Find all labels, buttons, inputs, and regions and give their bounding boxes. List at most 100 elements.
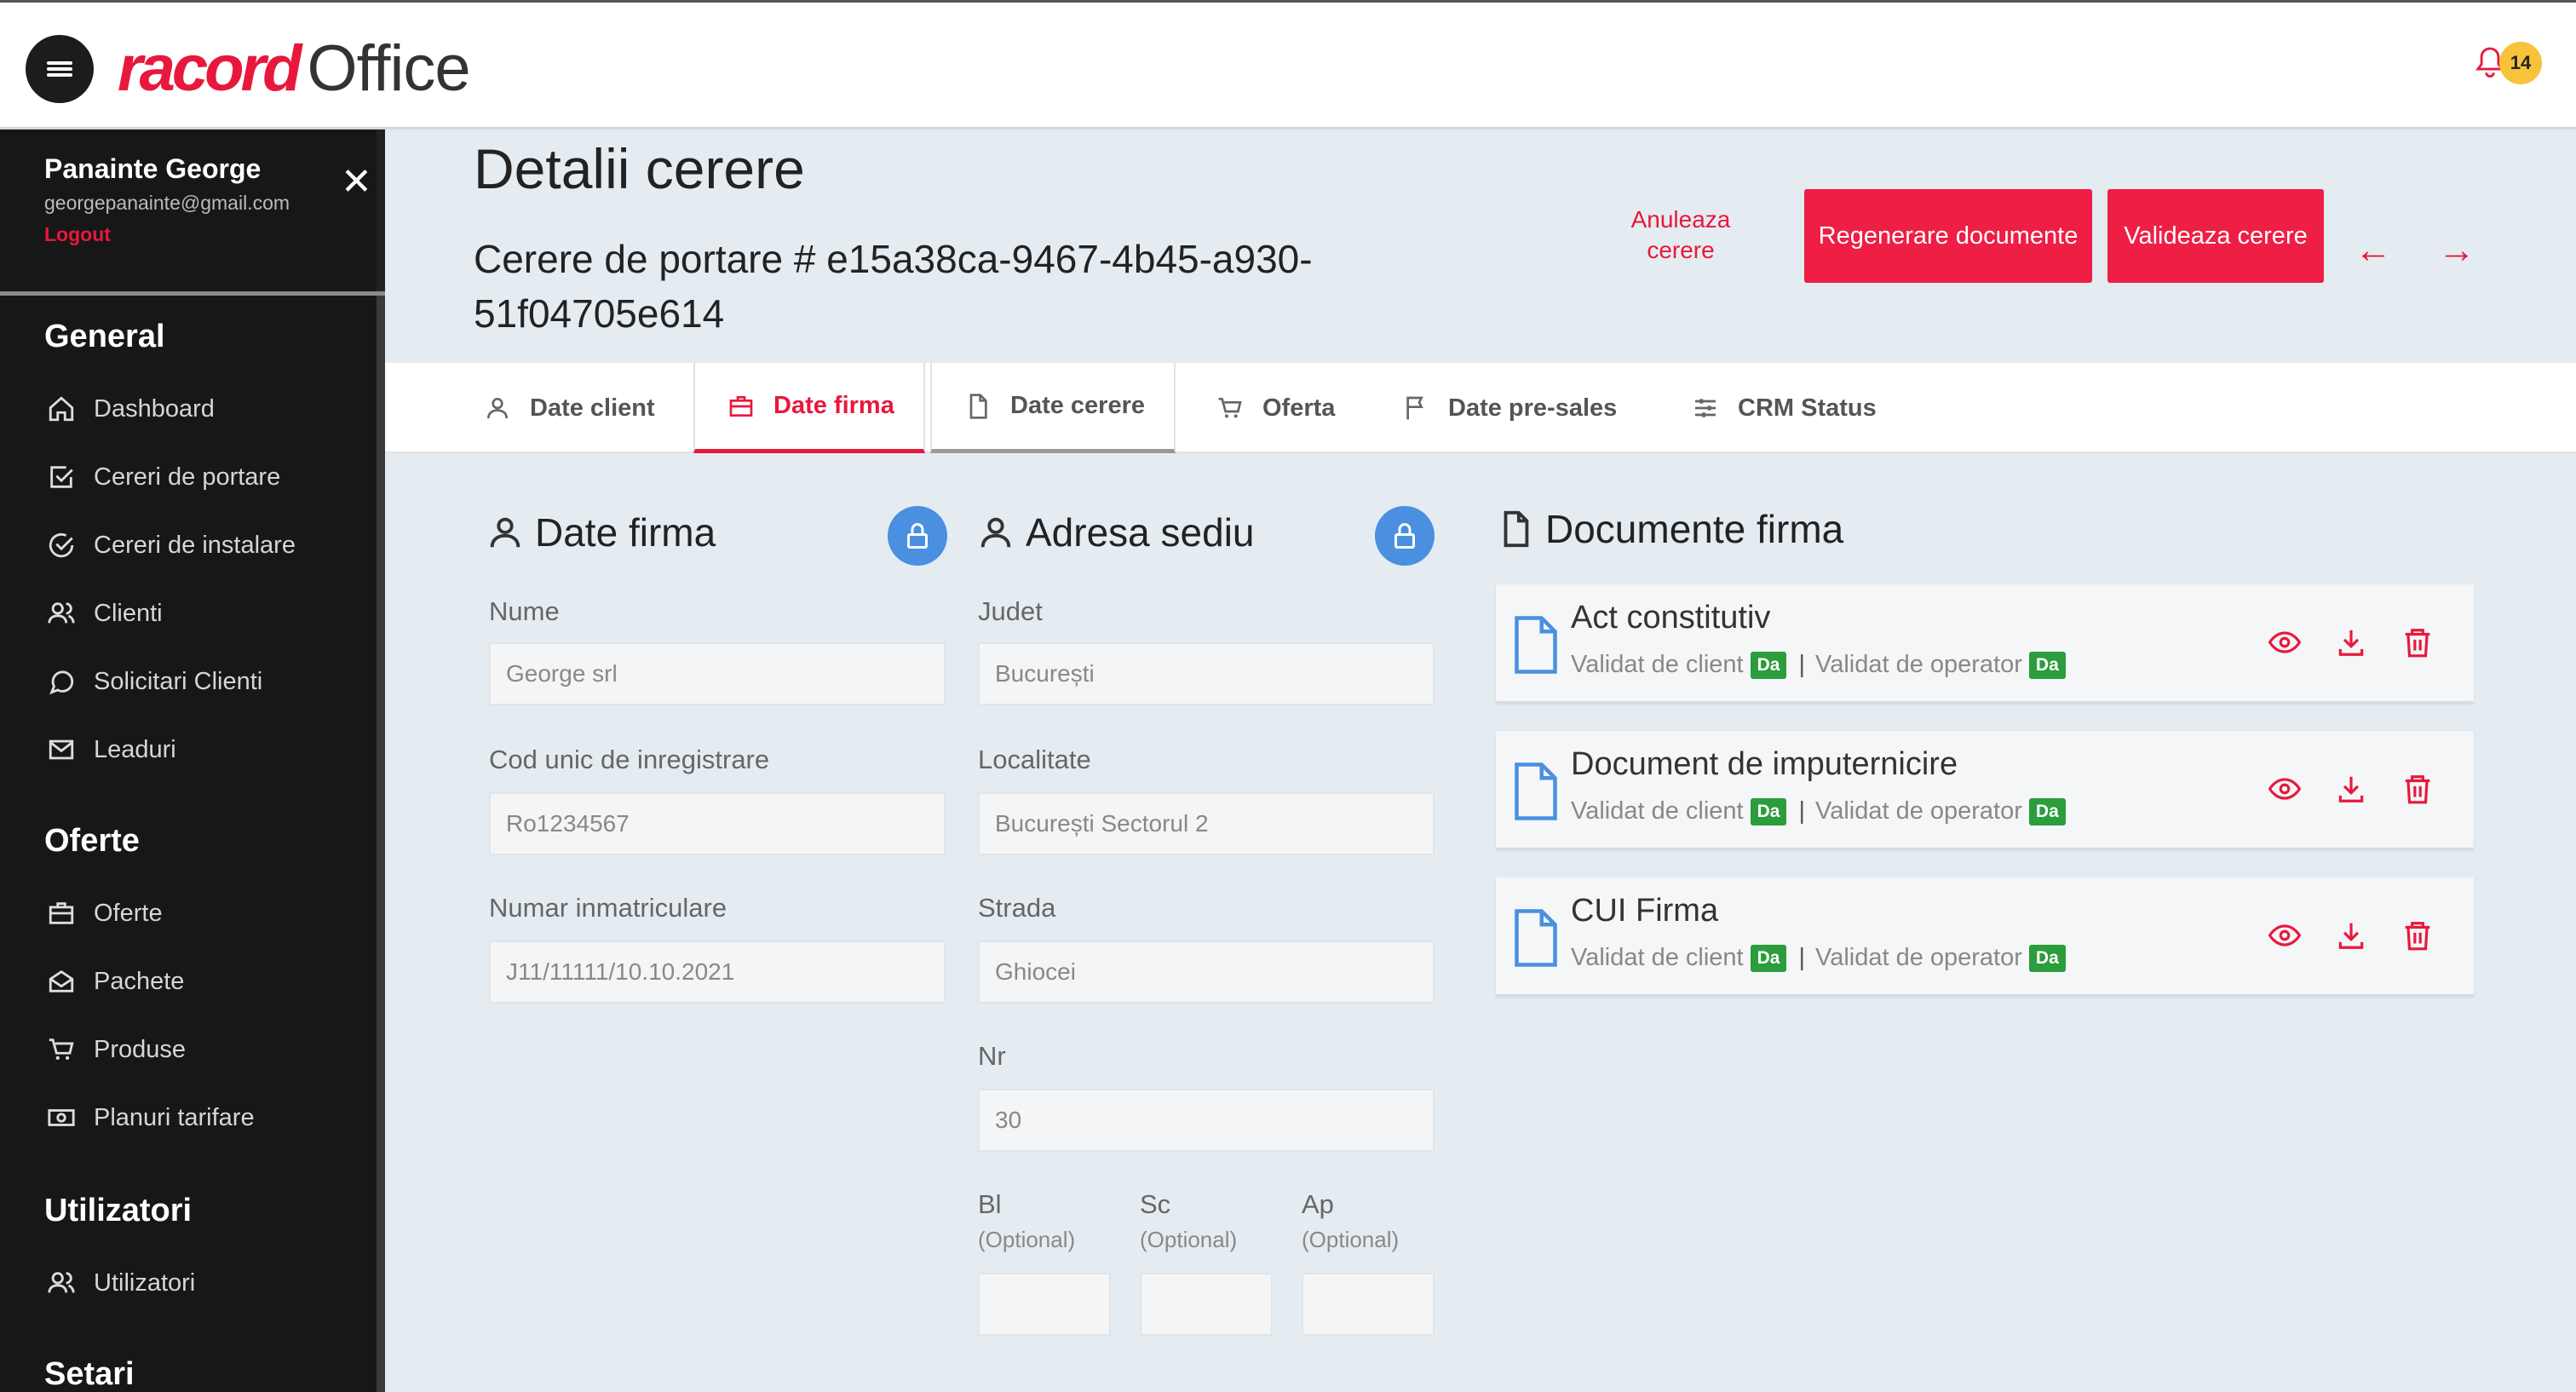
document-card-imputernicire: Document de imputernicire Validat de cli… (1496, 731, 2474, 850)
field-label-ap: Ap (Optional) (1302, 1189, 1399, 1253)
sidebar-item-cereri-de-instalare[interactable]: Cereri de instalare (44, 520, 296, 571)
lock-firma-button[interactable] (888, 506, 947, 566)
sidebar-item-solicitari-clienti[interactable]: Solicitari Clienti (44, 656, 262, 707)
sidebar-divider (0, 291, 385, 296)
package-icon (44, 964, 78, 998)
operator-validated-badge: Da (2028, 651, 2066, 679)
document-name: CUI Firma (1571, 893, 1719, 929)
logout-link[interactable]: Logout (44, 223, 290, 246)
arrow-right-icon[interactable]: → (2438, 232, 2475, 269)
sidebar-section-utilizatori: Utilizatori (44, 1193, 193, 1228)
sidebar-item-label: Leaduri (94, 735, 176, 763)
tab-label: CRM Status (1738, 394, 1877, 422)
judet-input[interactable]: București (978, 642, 1435, 705)
strada-input[interactable]: Ghiocei (978, 940, 1435, 1004)
request-id-title: Cerere de portare # e15a38ca-9467-4b45-a… (474, 237, 1313, 336)
sidebar-scrollbar-thumb[interactable] (377, 291, 385, 1392)
chat-icon (44, 664, 78, 699)
optional-hint: (Optional) (1140, 1227, 1238, 1252)
field-label-nr: Nr (978, 1041, 1006, 1071)
menu-button[interactable] (26, 35, 94, 103)
mail-icon (44, 733, 78, 767)
bl-input[interactable] (978, 1273, 1111, 1336)
check-circle-icon (44, 528, 78, 562)
field-label-cui: Cod unic de inregistrare (489, 745, 770, 774)
delete-document-icon[interactable] (2399, 770, 2436, 808)
sidebar-item-label: Solicitari Clienti (94, 667, 263, 695)
tab-date-cerere[interactable]: Date cerere (930, 363, 1176, 453)
operator-validated-badge: Da (2028, 797, 2066, 825)
tab-bar: Date client Date firma Date cerere Ofert… (385, 363, 2576, 453)
sidebar-item-leaduri[interactable]: Leaduri (44, 724, 176, 775)
document-validation: Validat de client Da | Validat de operator D… (1571, 651, 2074, 679)
user-icon (490, 517, 520, 548)
sidebar-item-produse[interactable]: Produse (44, 1024, 186, 1075)
sidebar-item-clienti[interactable]: Clienti (44, 588, 163, 639)
nr-input[interactable]: 30 (978, 1089, 1435, 1152)
sidebar: Panainte George georgepanainte@gmail.com… (0, 129, 385, 1392)
cancel-request-button[interactable]: Anuleaza cerere (1601, 204, 1760, 266)
document-validation: Validat de client Da | Validat de operator D… (1571, 944, 2074, 972)
delete-document-icon[interactable] (2399, 917, 2436, 954)
download-document-icon[interactable] (2332, 770, 2370, 808)
user-icon (480, 391, 515, 425)
tab-date-client[interactable]: Date client (480, 363, 655, 453)
sidebar-item-label: Produse (94, 1035, 187, 1063)
field-label-bl: Bl (Optional) (978, 1189, 1075, 1253)
user-info: Panainte George georgepanainte@gmail.com… (44, 153, 290, 246)
home-icon (44, 392, 78, 426)
tab-oferta[interactable]: Oferta (1213, 363, 1335, 453)
arrow-left-icon[interactable]: ← (2355, 232, 2392, 269)
sidebar-item-planuri-tarifare[interactable]: Planuri tarifare (44, 1092, 255, 1143)
download-document-icon[interactable] (2332, 624, 2370, 661)
sidebar-item-label: Cereri de portare (94, 463, 281, 491)
logo-brand: racord (118, 32, 302, 105)
sidebar-item-utilizatori[interactable]: Utilizatori (44, 1257, 195, 1309)
numar-inmatriculare-input[interactable]: J11/11111/10.10.2021 (489, 940, 946, 1004)
download-document-icon[interactable] (2332, 917, 2370, 954)
sidebar-item-oferte[interactable]: Oferte (44, 888, 163, 939)
check-square-icon (44, 460, 78, 494)
notifications[interactable]: 14 (2475, 42, 2542, 84)
document-file-icon (1515, 616, 1557, 674)
view-document-icon[interactable] (2266, 770, 2303, 808)
nume-input[interactable]: George srl (489, 642, 946, 705)
lock-sediu-button[interactable] (1375, 506, 1435, 566)
tab-crm-status[interactable]: CRM Status (1688, 363, 1877, 453)
close-sidebar-icon[interactable]: ✕ (341, 164, 372, 201)
operator-validation-label: Validat de operator (1815, 651, 2022, 678)
tab-label: Oferta (1262, 394, 1336, 422)
client-validation-label: Validat de client (1571, 651, 1744, 678)
regenerate-documents-button[interactable]: Regenerare documente (1804, 189, 2092, 283)
cart-icon (1213, 391, 1247, 425)
operator-validation-label: Validat de operator (1815, 944, 2022, 971)
file-icon (1504, 510, 1529, 548)
tab-date-pre-sales[interactable]: Date pre-sales (1399, 363, 1617, 453)
notification-count-badge: 14 (2499, 42, 2542, 84)
sc-input[interactable] (1140, 1273, 1273, 1336)
sidebar-section-oferte: Oferte (44, 823, 140, 859)
localitate-input[interactable]: București Sectorul 2 (978, 792, 1435, 855)
view-document-icon[interactable] (2266, 624, 2303, 661)
logo-product: Office (307, 32, 471, 105)
optional-hint: (Optional) (1302, 1227, 1400, 1252)
delete-document-icon[interactable] (2399, 624, 2436, 661)
field-label-numar-inmatriculare: Numar inmatriculare (489, 893, 727, 923)
document-file-icon (1515, 909, 1557, 967)
field-label-nume: Nume (489, 596, 560, 626)
sidebar-item-cereri-de-portare[interactable]: Cereri de portare (44, 452, 280, 503)
ap-input[interactable] (1302, 1273, 1435, 1336)
view-document-icon[interactable] (2266, 917, 2303, 954)
client-validation-label: Validat de client (1571, 944, 1744, 971)
separator: | (1798, 944, 1805, 971)
document-name: Document de imputernicire (1571, 746, 1958, 782)
app-logo[interactable]: racord Office (118, 28, 471, 110)
sidebar-item-pachete[interactable]: Pachete (44, 956, 184, 1007)
date-firma-heading: Date firma (486, 509, 716, 555)
tab-date-firma[interactable]: Date firma (693, 363, 925, 453)
validate-request-button[interactable]: Valideaza cerere (2107, 189, 2324, 283)
adresa-sediu-heading: Adresa sediu (976, 509, 1255, 555)
sidebar-item-dashboard[interactable]: Dashboard (44, 383, 215, 434)
briefcase-icon (724, 389, 758, 423)
cui-input[interactable]: Ro1234567 (489, 792, 946, 855)
